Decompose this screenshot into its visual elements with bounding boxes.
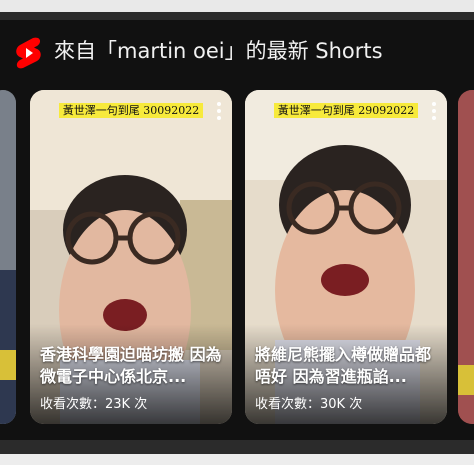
more-options-icon[interactable] — [431, 102, 437, 120]
thumbnail-image — [0, 90, 16, 424]
caption-text: 黃世澤一句到尾 29092022 — [273, 103, 419, 118]
top-divider — [0, 12, 474, 20]
shorts-card-partial-left[interactable] — [0, 90, 16, 424]
shelf-title: 來自「martin oei」的最新 Shorts — [54, 39, 383, 63]
view-count: 收看次數：23K 次 — [40, 397, 148, 412]
bottom-divider — [0, 440, 474, 454]
shorts-card[interactable]: 黃世澤一句到尾 29092022 將維尼熊擺入樽做贈品都唔好 因為習進瓶諂...… — [245, 90, 447, 424]
view-count: 收看次數：30K 次 — [255, 397, 363, 412]
card-title[interactable]: 香港科學園迫喵坊搬 因為微電子中心係北京... — [40, 344, 222, 388]
more-options-icon[interactable] — [216, 102, 222, 120]
shorts-card[interactable]: 黃世澤一句到尾 30092022 香港科學園迫喵坊搬 因為微電子中心係北京...… — [30, 90, 232, 424]
thumbnail-image — [458, 90, 474, 424]
card-title[interactable]: 將維尼熊擺入樽做贈品都唔好 因為習進瓶諂... — [255, 344, 437, 388]
shorts-card-partial-right[interactable] — [458, 90, 474, 424]
caption-text: 黃世澤一句到尾 30092022 — [58, 103, 204, 118]
shorts-icon — [14, 36, 44, 70]
top-edge — [0, 0, 474, 12]
bottom-edge — [0, 454, 474, 465]
shorts-shelf: 黃世澤一句到尾 30092022 香港科學園迫喵坊搬 因為微電子中心係北京...… — [0, 88, 474, 426]
